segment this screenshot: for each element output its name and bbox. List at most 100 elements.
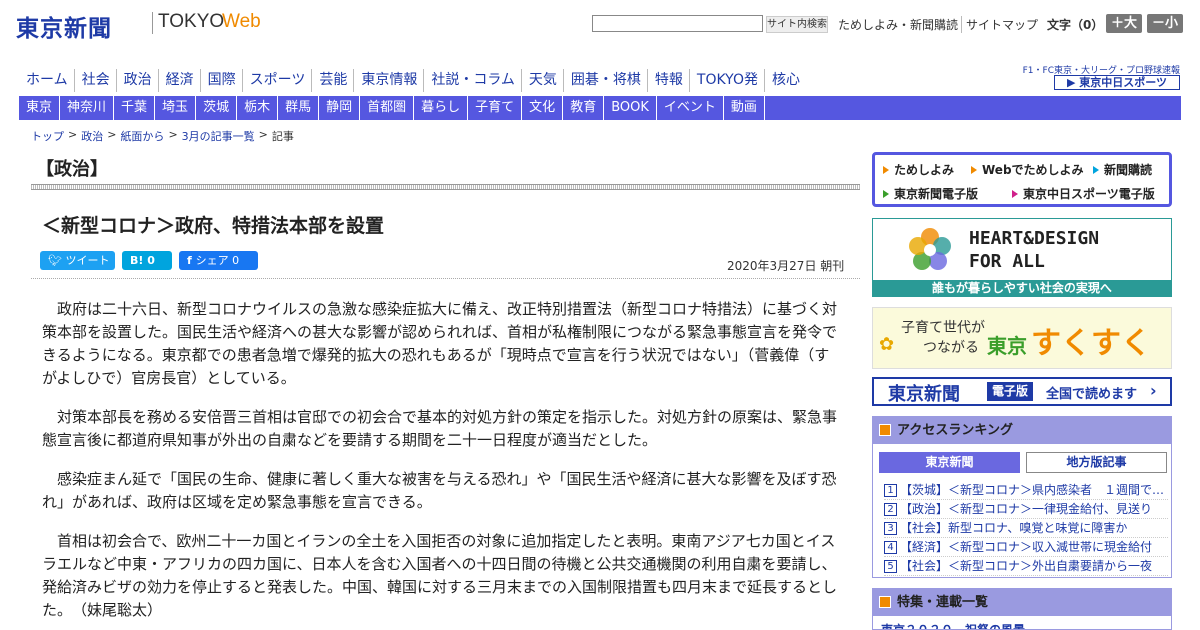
digital-edition-banner[interactable]: 東京新聞 電子版 全国で読めます ›: [872, 377, 1172, 406]
sukusuku-tokyo: 東京: [987, 334, 1027, 358]
breadcrumb-month-list[interactable]: 3月の記事一覧: [182, 128, 255, 144]
font-smaller-button[interactable]: －小: [1147, 14, 1183, 33]
rank-number: 3: [884, 522, 897, 535]
article-body: 政府は二十六日、新型コロナウイルスの急激な感染症拡大に備え、改正特別措置法（新型…: [42, 298, 842, 630]
breadcrumb-current: 記事: [271, 130, 294, 143]
nav-kakushin[interactable]: 核心: [763, 69, 806, 92]
nav-tokuho[interactable]: 特報: [646, 69, 689, 92]
local-nav-video[interactable]: 動画: [724, 96, 765, 120]
nav-go-shogi[interactable]: 囲碁・将棋: [562, 69, 647, 92]
site-header: 東京新聞 TOKYO Web サイト内検索 ためしよみ・新聞購読 サイトマップ …: [0, 0, 1200, 52]
ranking-item[interactable]: 2 【政治】＜新型コロナ＞一律現金給付、見送り: [884, 500, 1168, 519]
sukusuku-title: 東京 すくすく: [987, 318, 1151, 362]
rank-number: 1: [884, 484, 897, 497]
site-search-button[interactable]: サイト内検索: [766, 16, 828, 33]
chunichi-digital-link[interactable]: 東京中日スポーツ電子版: [1012, 185, 1155, 202]
chunichi-sports-logo[interactable]: F1・FC東京・大リーグ・プロ野球速報 ▶ 東京中日スポーツ: [1023, 63, 1180, 91]
subscription-links-box: ためしよみ Webでためしよみ 新聞購読 東京新聞電子版 東京中日スポーツ電子版: [872, 152, 1172, 207]
nav-sports[interactable]: スポーツ: [241, 69, 312, 92]
sitemap-link[interactable]: サイトマップ: [961, 16, 1038, 33]
local-nav-tokyo[interactable]: 東京: [19, 96, 61, 120]
flower-icon: ✿: [879, 334, 895, 355]
local-nav-shutoken[interactable]: 首都圏: [360, 96, 415, 120]
breadcrumb-politics[interactable]: 政治: [81, 128, 103, 144]
ranking-item[interactable]: 3 【社会】新型コロナ、嗅覚と味覚に障害か: [884, 519, 1168, 538]
heart-design-line2: FOR ALL: [969, 251, 1045, 272]
subscribe-link-label[interactable]: ためしよみ・新聞購読: [838, 18, 958, 32]
nav-tokyo-hatsu[interactable]: TOKYO発: [688, 69, 764, 92]
trial-read-label: ためしよみ: [894, 163, 955, 177]
ranking-header: アクセスランキング: [873, 417, 1171, 444]
nav-entertainment[interactable]: 芸能: [311, 69, 353, 92]
breadcrumb-separator: >: [68, 128, 78, 141]
tweet-button[interactable]: 🐦︎ ツイート: [40, 251, 115, 270]
breadcrumb-separator: >: [258, 128, 268, 141]
nav-society[interactable]: 社会: [73, 69, 116, 92]
nav-home[interactable]: ホーム: [19, 69, 74, 92]
subscribe-sidebar-link[interactable]: 新聞購読: [1093, 161, 1152, 178]
tweet-button-label: ツイート: [65, 254, 110, 267]
sukusuku-banner[interactable]: ✿ 子育て世代が つながる 東京 すくすく: [872, 307, 1172, 369]
sports-logo-box[interactable]: ▶ 東京中日スポーツ: [1054, 75, 1180, 90]
main-navigation: ホーム 社会 政治 経済 国際 スポーツ 芸能 東京情報 社説・コラム 天気 囲…: [19, 69, 806, 92]
facebook-share-button[interactable]: f シェア 0: [179, 251, 258, 270]
local-nav-gunma[interactable]: 群馬: [278, 96, 320, 120]
feature-list-box: 特集・連載一覧 東京２０２０ 祝祭の風景: [872, 588, 1172, 630]
web-trial-read-link[interactable]: Webでためしよみ: [971, 161, 1084, 178]
heart-design-banner[interactable]: HEART&DESIGN FOR ALL 誰もが暮らしやすい社会の実現へ: [872, 218, 1172, 297]
triangle-bullet-icon: [1012, 190, 1018, 198]
local-nav-book[interactable]: BOOK: [604, 96, 657, 120]
feature-item[interactable]: 東京２０２０ 祝祭の風景: [881, 621, 1025, 629]
orange-square-icon: [879, 424, 891, 436]
local-nav-tochigi[interactable]: 栃木: [237, 96, 279, 120]
facebook-icon: f: [187, 254, 196, 267]
local-nav-ibaraki[interactable]: 茨城: [196, 96, 238, 120]
site-logo[interactable]: 東京新聞: [16, 9, 112, 43]
twitter-bird-icon: 🐦︎: [48, 254, 66, 267]
ranking-tab-local[interactable]: 地方版記事: [1026, 452, 1167, 473]
nav-editorial[interactable]: 社説・コラム: [423, 69, 521, 92]
section-divider: [31, 184, 860, 190]
heart-design-caption: 誰もが暮らしやすい社会の実現へ: [873, 280, 1171, 296]
ranking-item[interactable]: 4 【経済】＜新型コロナ＞収入減世帯に現金給付: [884, 538, 1168, 557]
ranking-item[interactable]: 5 【社会】＜新型コロナ＞外出自粛要請から一夜: [884, 557, 1168, 576]
local-nav-education[interactable]: 教育: [563, 96, 605, 120]
digital-edition-link[interactable]: 東京新聞電子版: [883, 185, 978, 202]
nav-tokyo-info[interactable]: 東京情報: [353, 69, 423, 92]
logo-web-text[interactable]: Web: [222, 11, 261, 33]
nav-weather[interactable]: 天気: [520, 69, 563, 92]
sitemap-link-label[interactable]: サイトマップ: [966, 18, 1038, 32]
font-larger-button[interactable]: ＋大: [1106, 14, 1142, 33]
local-nav-kosodate[interactable]: 子育て: [468, 96, 523, 120]
local-nav-shizuoka[interactable]: 静岡: [319, 96, 361, 120]
trial-read-link[interactable]: ためしよみ: [883, 161, 954, 178]
rank-number: 5: [884, 560, 897, 573]
subscribe-link[interactable]: ためしよみ・新聞購読: [838, 16, 958, 33]
web-trial-read-label: Webでためしよみ: [982, 163, 1084, 177]
sukusuku-main: すくすく: [1031, 326, 1151, 361]
breadcrumb-separator: >: [168, 128, 178, 141]
nav-international[interactable]: 国際: [199, 69, 242, 92]
breadcrumb-shimen[interactable]: 紙面から: [120, 128, 164, 144]
breadcrumb-top[interactable]: トップ: [31, 128, 64, 144]
ranking-title: アクセスランキング: [897, 423, 1013, 438]
sukusuku-tagline: 子育て世代が つながる: [901, 318, 985, 358]
local-nav-kurashi[interactable]: 暮らし: [414, 96, 469, 120]
nav-economy[interactable]: 経済: [157, 69, 200, 92]
local-nav-chiba[interactable]: 千葉: [114, 96, 156, 120]
local-nav-event[interactable]: イベント: [657, 96, 724, 120]
local-nav-saitama[interactable]: 埼玉: [155, 96, 197, 120]
local-nav-culture[interactable]: 文化: [522, 96, 564, 120]
hatena-bookmark-button[interactable]: B! 0: [122, 251, 172, 270]
subscribe-sidebar-label: 新聞購読: [1104, 163, 1153, 177]
section-title: 【政治】: [36, 159, 108, 180]
rank-number: 2: [884, 503, 897, 516]
heart-design-line1: HEART&DESIGN: [969, 228, 1100, 249]
ranking-tab-tokyo[interactable]: 東京新聞: [879, 452, 1020, 473]
ranking-item[interactable]: 1 【茨城】＜新型コロナ＞県内感染者 １週間で倍増: [884, 481, 1168, 500]
logo-tokyo-text[interactable]: TOKYO: [158, 11, 224, 33]
search-input[interactable]: [592, 15, 763, 32]
local-nav-kanagawa[interactable]: 神奈川: [60, 96, 115, 120]
breadcrumb-separator: >: [107, 128, 117, 141]
nav-politics[interactable]: 政治: [115, 69, 158, 92]
